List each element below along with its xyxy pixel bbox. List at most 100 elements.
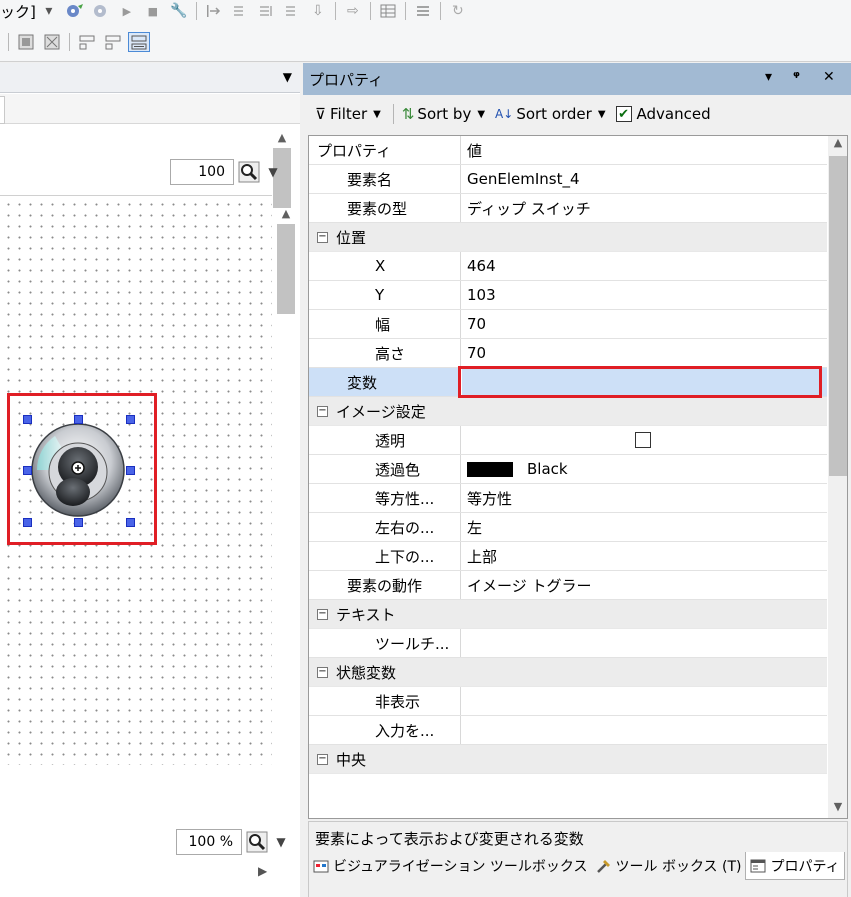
property-row[interactable]: 左右の... 左 [309,513,827,542]
property-value[interactable] [462,687,827,715]
upper-zoom-field[interactable]: 100 [170,159,234,185]
window-position-dropdown-icon[interactable]: ▼ [283,70,292,84]
property-row[interactable]: ツールチ... [309,629,827,658]
chevron-down-icon[interactable]: ▼ [272,835,290,849]
step-list-icon[interactable] [281,1,303,21]
filter-button[interactable]: ⊽ Filter ▼ [315,105,381,123]
property-category[interactable]: − テキスト [309,600,827,629]
align-top-icon[interactable] [76,32,98,52]
sortorder-button[interactable]: A↓ Sort order ▼ [495,105,605,123]
step-into-icon[interactable] [203,1,225,21]
property-row[interactable]: 非表示 [309,687,827,716]
properties-panel: プロパティ ▾ ᵠ ✕ ⊽ Filter ▼ ⇅ Sort by ▼ A↓ So… [303,63,851,897]
property-value[interactable]: 70 [462,339,827,367]
property-category[interactable]: − 位置 [309,223,827,252]
dropdown-arrow-icon[interactable]: ▾ [38,1,60,21]
property-value[interactable] [462,629,827,657]
scroll-down-icon[interactable]: ▼ [828,800,847,818]
step-over-icon[interactable] [229,1,251,21]
layout-active-icon[interactable] [128,31,150,52]
mode-combo-text[interactable]: ック] [0,1,36,22]
editor-tab[interactable] [0,96,5,124]
zoom-magnifier-icon[interactable] [242,829,272,855]
window-menu-icon[interactable]: ▾ [765,69,772,85]
property-row[interactable]: X 464 [309,252,827,281]
canvas-scrollbar[interactable]: ▲ [276,207,296,407]
collapse-icon[interactable]: − [317,608,328,620]
color-swatch [467,461,513,477]
category-label: イメージ設定 [336,402,426,421]
scroll-thumb[interactable] [829,156,847,476]
bottom-tab-0[interactable]: ビジュアライゼーション ツールボックス [309,852,592,880]
collapse-icon[interactable]: − [317,666,328,678]
refresh-icon[interactable]: ↻ [447,1,469,21]
property-value[interactable]: 左 [462,513,827,541]
run-icon[interactable]: ▶ [116,1,138,21]
property-row[interactable]: 透過色 Black [309,455,827,484]
property-category[interactable]: − イメージ設定 [309,397,827,426]
collapse-icon[interactable]: − [317,753,328,765]
property-row[interactable]: 高さ 70 [309,339,827,368]
chevron-down-icon[interactable]: ▼ [264,165,282,179]
property-row[interactable]: 要素の動作 イメージ トグラー [309,571,827,600]
property-name: 入力を... [309,716,461,744]
pin-icon[interactable]: ᵠ [793,69,800,85]
list-icon[interactable] [412,1,434,21]
property-value[interactable]: 464 [462,252,827,280]
scroll-right-icon[interactable]: ▶ [258,864,267,878]
property-row[interactable]: 上下の... 上部 [309,542,827,571]
bottom-tab-1[interactable]: ツール ボックス (T) [592,852,746,880]
property-row[interactable]: 幅 70 [309,310,827,339]
scroll-up-icon[interactable]: ▲ [828,136,847,154]
property-value[interactable]: 等方性 [462,484,827,512]
property-row[interactable]: Y 103 [309,281,827,310]
close-icon[interactable]: ✕ [823,69,835,85]
checkbox-checked-icon: ✔ [615,106,632,122]
build-disabled-icon[interactable] [90,1,112,21]
property-row[interactable]: 入力を... [309,716,827,745]
property-name: X [309,252,461,280]
breakpoint-icon[interactable]: ⇩ [307,1,329,21]
property-value[interactable]: 上部 [462,542,827,570]
checkbox-unchecked-icon[interactable] [635,432,651,448]
property-value[interactable] [462,716,827,744]
build-icon[interactable] [64,1,86,21]
property-row[interactable]: 要素名 GenElemInst_4 [309,165,827,194]
align-bottom-icon[interactable] [102,32,124,52]
property-value[interactable] [462,426,827,454]
property-row[interactable]: 要素の型 ディップ スイッチ [309,194,827,223]
property-category[interactable]: − 中央 [309,745,827,774]
properties-title: プロパティ [309,71,384,89]
property-value[interactable]: Black [462,455,827,483]
collapse-icon[interactable]: − [317,231,328,243]
stop-icon[interactable]: ■ [142,1,164,21]
select-all-icon[interactable] [15,32,37,52]
property-value[interactable]: GenElemInst_4 [462,165,827,193]
scroll-thumb[interactable] [277,224,295,314]
property-category[interactable]: − 状態変数 [309,658,827,687]
toolbar-separator [195,2,197,20]
grid-scrollbar[interactable]: ▲ ▼ [828,136,847,818]
collapse-icon[interactable]: − [317,405,328,417]
tool-icon[interactable]: 🔧 [168,1,190,21]
property-value[interactable]: 70 [462,310,827,338]
toolbar-separator [392,104,394,124]
scroll-up-icon[interactable]: ▲ [276,207,296,220]
lower-zoom-field[interactable]: 100 % [176,829,242,855]
scroll-up-icon[interactable]: ▲ [272,131,292,144]
property-value[interactable]: イメージ トグラー [462,571,827,599]
property-value[interactable]: 103 [462,281,827,309]
zoom-magnifier-icon[interactable] [234,159,264,185]
property-name: 変数 [309,368,461,396]
property-row[interactable]: 等方性... 等方性 [309,484,827,513]
bottom-tab-2[interactable]: プロパティ [745,852,845,880]
properties-title-bar: プロパティ ▾ ᵠ ✕ [303,63,851,95]
sortby-button[interactable]: ⇅ Sort by ▼ [402,105,485,123]
select-group-icon[interactable] [41,32,63,52]
property-value[interactable]: ディップ スイッチ [462,194,827,222]
step-out-icon[interactable] [255,1,277,21]
advanced-checkbox[interactable]: ✔ Advanced [615,105,711,123]
grid-icon[interactable] [377,1,399,21]
property-row[interactable]: 透明 [309,426,827,455]
arrow-icon[interactable]: ⇨ [342,1,364,21]
